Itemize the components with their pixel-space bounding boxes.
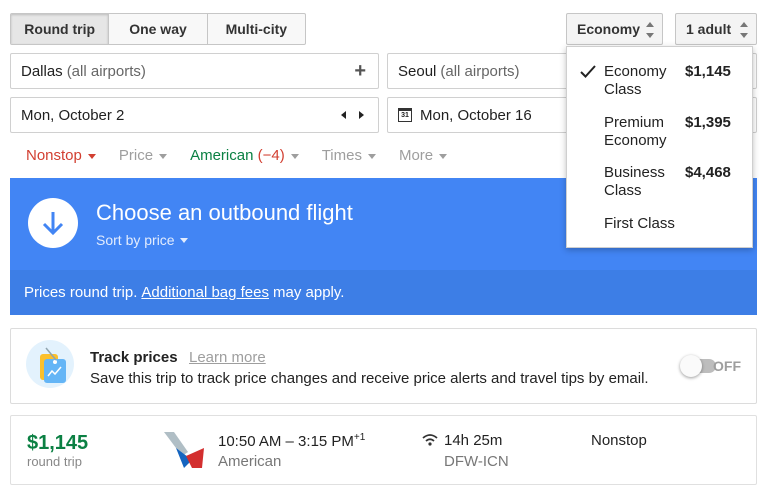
filter-bar: Nonstop Price American (−4) Times More bbox=[26, 147, 470, 164]
toggle-state-label: OFF bbox=[713, 358, 741, 374]
depart-date-arrows bbox=[341, 111, 364, 119]
flight-route: DFW-ICN bbox=[444, 453, 509, 470]
filter-more[interactable]: More bbox=[398, 147, 448, 164]
prev-date-icon[interactable] bbox=[341, 111, 346, 119]
price-tag-illustration-icon bbox=[26, 340, 74, 388]
filter-nonstop-label: Nonstop bbox=[26, 147, 82, 164]
trip-type-toggle: Round trip One way Multi-city bbox=[10, 13, 306, 45]
caret-down-icon bbox=[290, 153, 299, 159]
filter-airline[interactable]: American (−4) bbox=[190, 147, 299, 164]
origin-field[interactable]: Dallas (all airports) + bbox=[10, 53, 379, 89]
banner-title: Choose an outbound flight bbox=[96, 200, 353, 225]
flight-duration: 14h 25m bbox=[444, 432, 503, 449]
calendar-icon: 31 bbox=[398, 108, 412, 122]
multi-city-button[interactable]: Multi-city bbox=[208, 14, 305, 44]
destination-city: Seoul bbox=[398, 62, 437, 80]
filter-times[interactable]: Times bbox=[322, 147, 376, 164]
passengers-value: 1 adult bbox=[686, 21, 732, 37]
american-airlines-logo-icon bbox=[162, 430, 206, 470]
menu-item-name: First Class bbox=[604, 215, 675, 232]
sort-by-label: Sort by price bbox=[96, 232, 175, 248]
updown-arrows-icon bbox=[646, 22, 655, 38]
price-note-tail: may apply. bbox=[273, 284, 345, 301]
menu-item-name: Premium Economy bbox=[604, 114, 667, 149]
price-note-text: Prices round trip. bbox=[24, 284, 138, 301]
flight-price: $1,145 bbox=[27, 432, 89, 454]
flight-airline: American bbox=[218, 453, 282, 470]
menu-item-price: $1,145 bbox=[685, 63, 731, 80]
add-origin-plus-icon[interactable]: + bbox=[354, 60, 366, 83]
next-date-icon[interactable] bbox=[359, 111, 364, 119]
passengers-select[interactable]: 1 adult bbox=[675, 13, 757, 45]
one-way-button[interactable]: One way bbox=[109, 14, 208, 44]
menu-item-business[interactable]: Business Class $4,468 bbox=[567, 164, 754, 204]
filter-airline-delta: (−4) bbox=[257, 147, 285, 164]
filter-times-label: Times bbox=[321, 147, 362, 164]
wifi-icon bbox=[422, 433, 438, 452]
checkmark-icon bbox=[580, 65, 596, 82]
track-prices-toggle[interactable]: OFF bbox=[680, 355, 744, 377]
filter-price[interactable]: Price bbox=[118, 147, 168, 164]
sort-by-dropdown[interactable]: Sort by price bbox=[96, 232, 188, 248]
filter-price-label: Price bbox=[118, 147, 154, 164]
flight-times-value: 10:50 AM – 3:15 PM bbox=[218, 433, 354, 450]
flight-price-note: round trip bbox=[27, 454, 82, 469]
learn-more-link[interactable]: Learn more bbox=[189, 349, 266, 366]
menu-item-first-class[interactable]: First Class bbox=[567, 215, 754, 235]
cabin-class-value: Economy bbox=[577, 21, 641, 37]
track-prices-title: Track prices bbox=[90, 349, 178, 366]
menu-item-name: Business Class bbox=[604, 164, 665, 199]
cabin-class-select[interactable]: Economy bbox=[566, 13, 663, 45]
caret-down-icon bbox=[367, 153, 376, 159]
caret-down-icon bbox=[159, 153, 168, 159]
toggle-knob bbox=[680, 355, 702, 377]
menu-item-name: Economy Class bbox=[604, 63, 667, 98]
menu-item-price: $4,468 bbox=[685, 164, 731, 181]
cabin-class-menu: Economy Class $1,145 Premium Economy $1,… bbox=[566, 46, 753, 248]
caret-down-icon bbox=[87, 153, 96, 159]
menu-item-price: $1,395 bbox=[685, 114, 731, 131]
day-offset: +1 bbox=[353, 432, 366, 443]
origin-qualifier: (all airports) bbox=[66, 62, 146, 80]
depart-date-field[interactable]: Mon, October 2 bbox=[10, 97, 379, 133]
caret-down-icon bbox=[179, 237, 188, 243]
flight-stops: Nonstop bbox=[591, 432, 647, 449]
flight-result-row[interactable]: $1,145 round trip 10:50 AM – 3:15 PM+1 A… bbox=[10, 415, 757, 485]
destination-qualifier: (all airports) bbox=[440, 62, 520, 80]
filter-airline-label: American bbox=[190, 147, 254, 164]
filter-nonstop[interactable]: Nonstop bbox=[26, 147, 96, 164]
menu-item-premium-economy[interactable]: Premium Economy $1,395 bbox=[567, 114, 754, 154]
menu-item-economy[interactable]: Economy Class $1,145 bbox=[567, 63, 754, 103]
down-arrow-icon bbox=[28, 198, 78, 248]
price-note-bar: Prices round trip. Additional bag fees m… bbox=[10, 270, 757, 315]
depart-date-value: Mon, October 2 bbox=[21, 106, 125, 124]
flight-times: 10:50 AM – 3:15 PM+1 bbox=[218, 432, 365, 450]
origin-city: Dallas bbox=[21, 62, 63, 80]
bag-fees-link[interactable]: Additional bag fees bbox=[141, 284, 269, 301]
updown-arrows-icon bbox=[740, 22, 749, 38]
filter-more-label: More bbox=[398, 147, 434, 164]
track-prices-description: Save this trip to track price changes an… bbox=[90, 370, 649, 387]
track-prices-card: Track prices Learn more Save this trip t… bbox=[10, 328, 757, 404]
round-trip-button[interactable]: Round trip bbox=[11, 14, 110, 44]
caret-down-icon bbox=[439, 153, 448, 159]
return-date-value: Mon, October 16 bbox=[420, 106, 532, 124]
